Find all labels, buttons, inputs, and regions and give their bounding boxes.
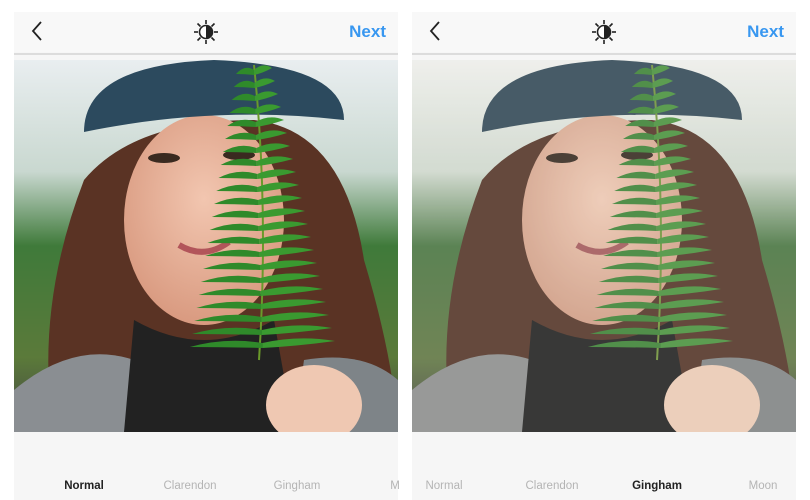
next-button[interactable]: Next — [747, 22, 784, 42]
back-button[interactable] — [26, 18, 50, 44]
lux-brightness-icon — [592, 20, 616, 44]
chevron-left-icon — [429, 21, 440, 41]
divider — [14, 53, 398, 55]
divider — [412, 53, 796, 55]
filter-normal[interactable]: Normal — [64, 480, 104, 492]
filter-clarendon[interactable]: Clarendon — [525, 480, 578, 492]
filter-normal[interactable]: Normal — [425, 480, 462, 492]
photo-preview — [14, 60, 398, 432]
filter-gingham[interactable]: Gingham — [632, 480, 682, 492]
photo-image — [14, 60, 398, 432]
editor-panel-normal: Next Normal Clarendon Gingham M — [14, 12, 400, 500]
photo-preview — [412, 60, 796, 432]
back-button[interactable] — [424, 18, 448, 44]
filter-moon[interactable]: Moon — [749, 480, 778, 492]
top-bar: Next — [412, 12, 796, 52]
lux-button[interactable] — [193, 19, 219, 45]
filter-gingham[interactable]: Gingham — [274, 480, 321, 492]
filter-strip: Normal Clarendon Gingham M — [14, 432, 400, 500]
editor-panel-gingham: Next Normal Clarendon Gingham Moon — [412, 12, 796, 500]
chevron-left-icon — [31, 21, 42, 41]
top-bar: Next — [14, 12, 398, 52]
filter-strip: Normal Clarendon Gingham Moon — [412, 432, 796, 500]
filter-clarendon[interactable]: Clarendon — [163, 480, 216, 492]
next-button[interactable]: Next — [349, 22, 386, 42]
photo-image — [412, 60, 796, 432]
filter-moon[interactable]: M — [390, 480, 400, 492]
lux-brightness-icon — [194, 20, 218, 44]
lux-button[interactable] — [591, 19, 617, 45]
